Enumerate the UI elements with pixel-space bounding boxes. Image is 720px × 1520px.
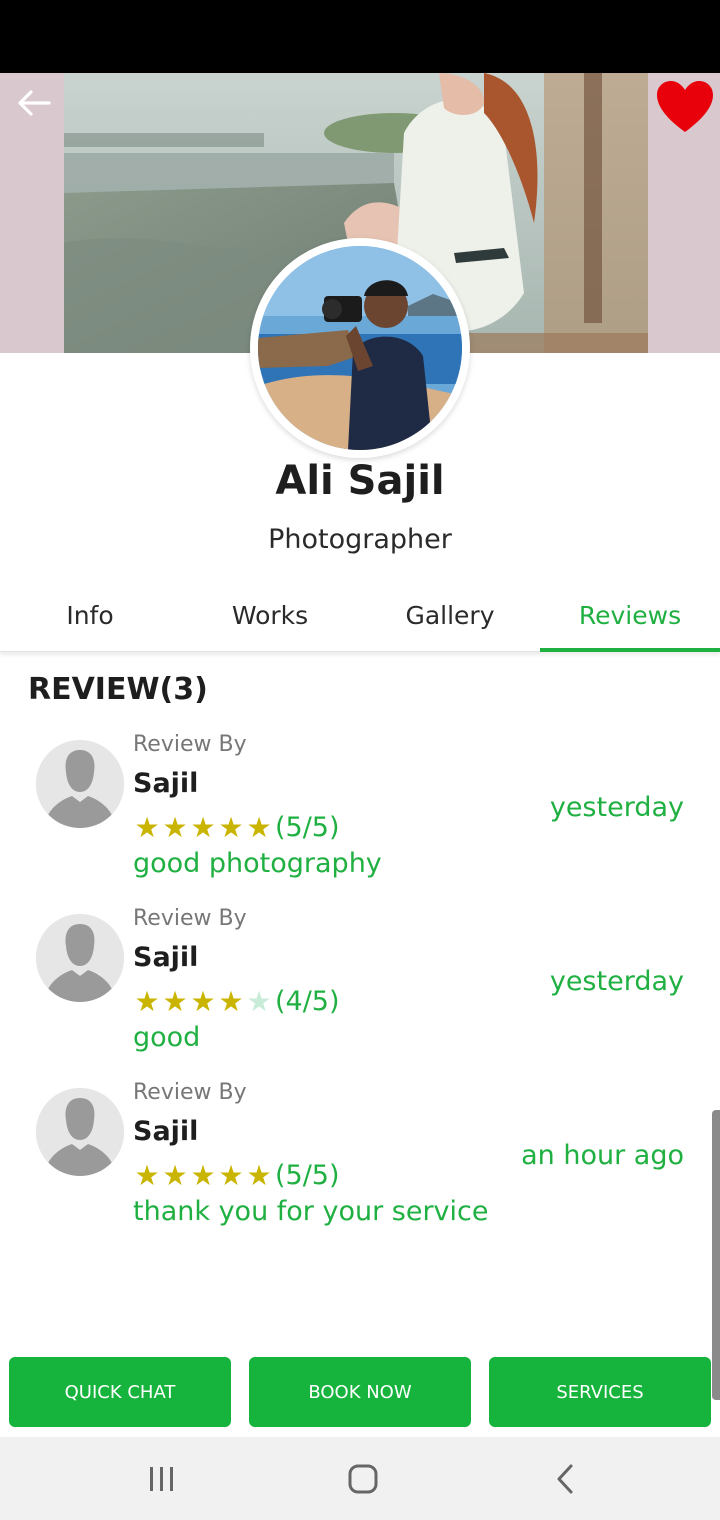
- user-silhouette-icon: [36, 914, 124, 1002]
- system-nav-bar: [0, 1437, 720, 1520]
- heart-icon: [657, 81, 713, 132]
- rating-score: (5/5): [275, 812, 340, 843]
- user-silhouette-icon: [36, 1088, 124, 1176]
- tab-works[interactable]: Works: [180, 580, 360, 651]
- reviewer-name: Sajil: [133, 1116, 199, 1147]
- tab-gallery[interactable]: Gallery: [360, 580, 540, 651]
- profile-role: Photographer: [268, 524, 452, 555]
- recents-icon: [150, 1467, 173, 1491]
- star-filled-icon: ★: [134, 984, 160, 1018]
- reviewer-avatar: [36, 1088, 124, 1176]
- back-button[interactable]: [12, 85, 56, 121]
- star-filled-icon: ★: [218, 1158, 244, 1192]
- reviewer-avatar: [36, 740, 124, 828]
- review-by-label: Review By: [133, 732, 247, 757]
- profile-tabs: Info Works Gallery Reviews: [0, 580, 720, 652]
- profile-name: Ali Sajil: [275, 458, 445, 504]
- nav-back-button[interactable]: [535, 1457, 595, 1501]
- profile-photo: [258, 246, 462, 450]
- favorite-button[interactable]: [655, 80, 715, 138]
- star-filled-icon: ★: [246, 1158, 272, 1192]
- star-empty-icon: ★: [246, 984, 272, 1018]
- nav-recents-button[interactable]: [132, 1457, 192, 1501]
- quick-chat-button[interactable]: QUICK CHAT: [9, 1357, 231, 1427]
- status-bar: [0, 0, 720, 73]
- book-now-button[interactable]: BOOK NOW: [249, 1357, 471, 1427]
- rating-score: (4/5): [275, 986, 340, 1017]
- review-time: yesterday: [549, 966, 684, 997]
- review-by-label: Review By: [133, 1080, 247, 1105]
- nav-home-button[interactable]: [333, 1457, 393, 1501]
- star-filled-icon: ★: [190, 984, 216, 1018]
- rating-score: (5/5): [275, 1160, 340, 1191]
- tab-reviews[interactable]: Reviews: [540, 580, 720, 652]
- star-filled-icon: ★: [134, 810, 160, 844]
- rating-stars: ★ ★ ★ ★ ★ (5/5): [133, 1158, 340, 1192]
- review-time: an hour ago: [521, 1140, 684, 1171]
- star-filled-icon: ★: [246, 810, 272, 844]
- review-by-label: Review By: [133, 906, 247, 931]
- rating-stars: ★ ★ ★ ★ ★ (5/5): [133, 810, 340, 844]
- review-item: Review By Sajil ★ ★ ★ ★ ★ (5/5) good pho…: [0, 730, 720, 890]
- review-item: Review By Sajil ★ ★ ★ ★ ★ (4/5) good yes…: [0, 904, 720, 1064]
- services-button[interactable]: SERVICES: [489, 1357, 711, 1427]
- action-bar: QUICK CHAT BOOK NOW SERVICES: [0, 1347, 720, 1437]
- profile-avatar[interactable]: [250, 238, 470, 458]
- arrow-left-icon: [18, 90, 51, 116]
- star-filled-icon: ★: [218, 810, 244, 844]
- user-silhouette-icon: [36, 740, 124, 828]
- reviewer-name: Sajil: [133, 768, 199, 799]
- home-icon: [348, 1464, 378, 1494]
- star-filled-icon: ★: [162, 984, 188, 1018]
- review-time: yesterday: [549, 792, 684, 823]
- star-filled-icon: ★: [162, 810, 188, 844]
- review-comment: good: [133, 1022, 201, 1053]
- reviews-heading: REVIEW(3): [28, 672, 208, 707]
- star-filled-icon: ★: [190, 810, 216, 844]
- star-filled-icon: ★: [190, 1158, 216, 1192]
- star-filled-icon: ★: [218, 984, 244, 1018]
- review-item: Review By Sajil ★ ★ ★ ★ ★ (5/5) thank yo…: [0, 1078, 720, 1238]
- star-filled-icon: ★: [134, 1158, 160, 1192]
- star-filled-icon: ★: [162, 1158, 188, 1192]
- rating-stars: ★ ★ ★ ★ ★ (4/5): [133, 984, 340, 1018]
- review-comment: good photography: [133, 848, 382, 879]
- reviewer-avatar: [36, 914, 124, 1002]
- back-chevron-icon: [557, 1464, 573, 1494]
- review-comment: thank you for your service: [133, 1196, 489, 1227]
- tab-info[interactable]: Info: [0, 580, 180, 651]
- reviewer-name: Sajil: [133, 942, 199, 973]
